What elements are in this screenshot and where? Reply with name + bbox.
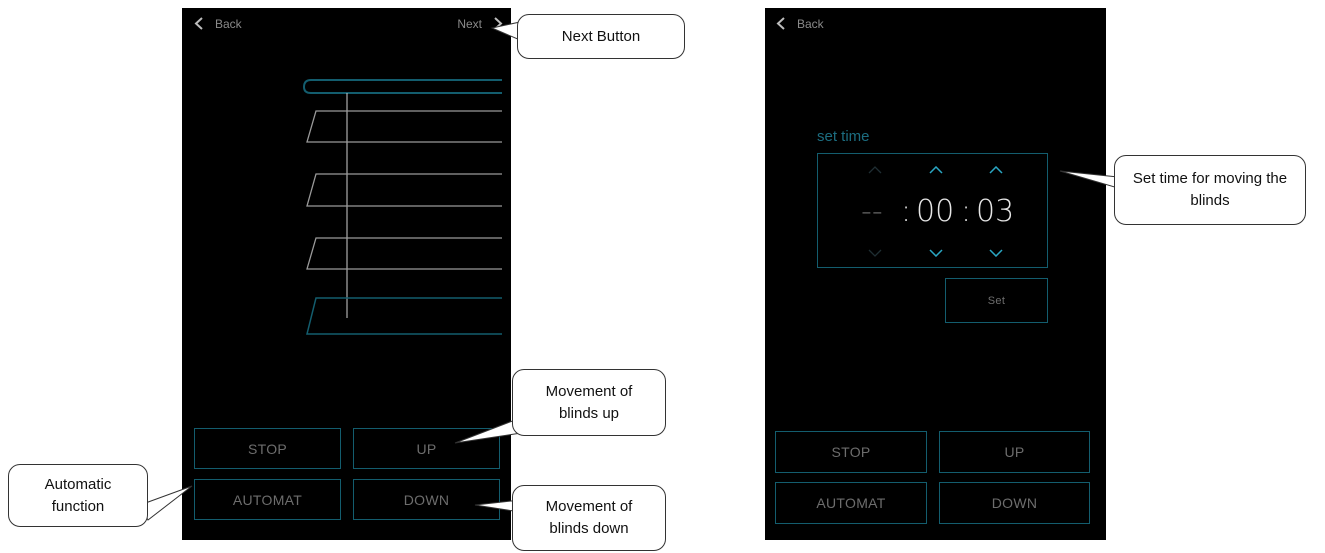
down-button[interactable]: DOWN	[353, 479, 500, 520]
time-separator: :	[961, 194, 972, 229]
hours-up-arrow-icon[interactable]	[868, 166, 882, 174]
seconds-up-arrow-icon[interactable]	[989, 166, 1003, 174]
callout-text: Movement of blinds down	[545, 498, 633, 537]
hours-value: --	[861, 194, 883, 229]
blind-slat-1	[306, 110, 502, 143]
stop-button[interactable]: STOP	[775, 431, 927, 473]
callout-text: Next Button	[561, 27, 641, 45]
minutes-value: 00	[916, 194, 955, 229]
blinds-up-callout: Movement of blinds up	[512, 369, 666, 436]
stop-button[interactable]: STOP	[194, 428, 341, 469]
next-label: Next	[457, 16, 482, 31]
blinds-top-rail	[302, 79, 502, 94]
chevron-left-icon	[194, 17, 203, 30]
up-button[interactable]: UP	[353, 428, 500, 469]
chevron-right-icon	[494, 17, 503, 30]
blind-slat-2	[306, 173, 502, 207]
blind-slat-3	[306, 237, 502, 270]
time-display: -- : 00 : 03	[818, 194, 1049, 234]
set-time-screen: Back set time -- : 00 : 03 Set STOP UP A…	[765, 8, 1106, 540]
set-button[interactable]: Set	[945, 278, 1048, 323]
automat-button[interactable]: AUTOMAT	[194, 479, 341, 520]
time-picker: -- : 00 : 03	[817, 153, 1048, 268]
blinds-illustration	[302, 79, 502, 335]
seconds-down-arrow-icon[interactable]	[989, 249, 1003, 257]
callout-text: Set time for moving the blinds	[1132, 170, 1288, 209]
callout-text: Automatic function	[44, 475, 112, 515]
down-button[interactable]: DOWN	[939, 482, 1090, 524]
time-separator: :	[901, 194, 912, 229]
next-button-callout: Next Button	[517, 14, 685, 59]
back-label: Back	[797, 16, 824, 31]
blinds-bottom-rail	[306, 297, 502, 335]
chevron-left-icon	[776, 17, 785, 30]
up-button[interactable]: UP	[939, 431, 1090, 473]
minutes-down-arrow-icon[interactable]	[929, 249, 943, 257]
set-time-callout: Set time for moving the blinds	[1114, 155, 1306, 225]
seconds-value: 03	[976, 194, 1015, 229]
blinds-control-screen: Back Next STOP UP AUTOMAT DOWN	[182, 8, 511, 540]
automat-button[interactable]: AUTOMAT	[775, 482, 927, 524]
back-button[interactable]: Back	[192, 16, 242, 31]
minutes-up-arrow-icon[interactable]	[929, 166, 943, 174]
automatic-callout: Automatic function	[8, 464, 148, 527]
set-time-label: set time	[817, 128, 870, 145]
back-label: Back	[215, 16, 242, 31]
callout-text: Movement of blinds up	[545, 382, 633, 422]
next-button[interactable]: Next	[457, 16, 505, 31]
blinds-down-callout: Movement of blinds down	[512, 485, 666, 551]
hours-down-arrow-icon[interactable]	[868, 249, 882, 257]
back-button[interactable]: Back	[774, 16, 824, 31]
